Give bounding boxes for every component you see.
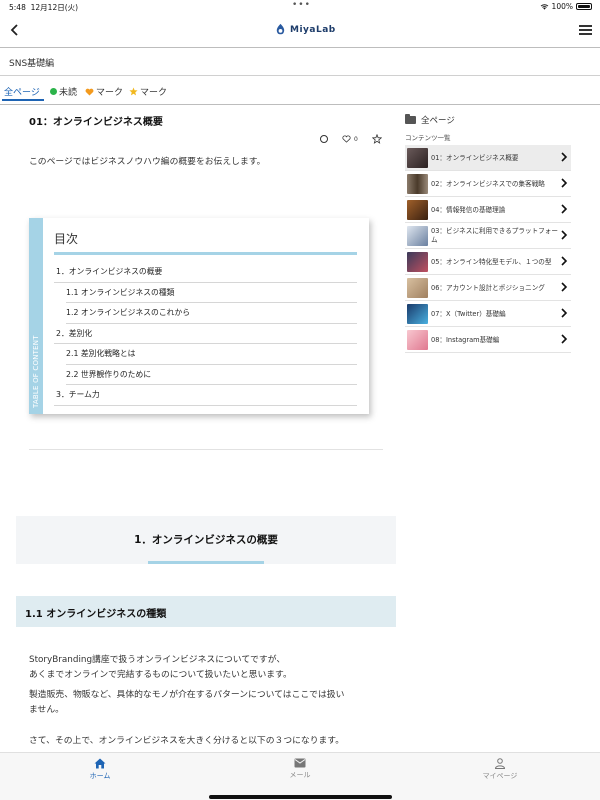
category-label: SNS基礎編 xyxy=(9,59,55,69)
logo-mark-icon xyxy=(276,23,285,35)
content-thumbnail xyxy=(407,148,428,168)
content-thumbnail xyxy=(407,226,428,246)
wifi-icon xyxy=(540,4,548,10)
app-logo: MiyaLab xyxy=(274,23,336,36)
category-bar: SNS基礎編 xyxy=(0,48,600,76)
status-bar: 5:48 12月12日(火) ••• 100% xyxy=(0,0,600,14)
content-thumbnail xyxy=(407,330,428,350)
toc-title: 目次 xyxy=(54,232,79,246)
read-status-icon[interactable] xyxy=(320,135,328,143)
chevron-right-icon xyxy=(561,204,568,214)
filter-heart-mark[interactable]: マーク xyxy=(85,85,123,98)
content-item[interactable]: 08：Instagram基礎編 xyxy=(405,327,571,353)
chevron-right-icon xyxy=(561,230,568,240)
unread-dot-icon xyxy=(50,88,57,95)
paragraph: さて、その上で、オンラインビジネスを大きく分けると以下の３つになります。 xyxy=(29,736,345,746)
filter-unread[interactable]: 未読 xyxy=(50,85,77,98)
like-count: 0 xyxy=(354,135,358,143)
mail-icon xyxy=(294,758,306,768)
section-heading-underline xyxy=(148,561,264,564)
app-header: MiyaLab xyxy=(0,14,600,48)
content-item[interactable]: 06：アカウント設計とポジショニング xyxy=(405,275,571,301)
nav-mail[interactable]: メール xyxy=(260,758,340,780)
content-item[interactable]: 02：オンラインビジネスでの集客戦略 xyxy=(405,171,571,197)
like-button[interactable]: 0 xyxy=(342,135,358,143)
content-item[interactable]: 04：情報発信の基礎理論 xyxy=(405,197,571,223)
paragraph: 製造販売、物販など、具体的なモノが介在するパターンについてはここでは扱い ません… xyxy=(29,690,345,715)
home-icon xyxy=(94,758,106,769)
star-outline-icon[interactable] xyxy=(371,134,382,144)
filter-all-pages[interactable]: 全ページ xyxy=(4,85,40,98)
content-thumbnail xyxy=(407,304,428,324)
content-item[interactable]: 05：オンライン特化型モデル、１つの型 xyxy=(405,249,571,275)
toc-title-underline xyxy=(54,252,357,255)
chevron-right-icon xyxy=(561,178,568,188)
chevron-right-icon xyxy=(561,256,568,266)
heart-outline-icon xyxy=(342,135,351,143)
star-icon xyxy=(129,87,138,96)
content-item[interactable]: 07：X（Twitter）基礎編 xyxy=(405,301,571,327)
article-intro: このページではビジネスノウハウ編の概要をお伝えします。 xyxy=(29,157,266,167)
content-list: 01：オンラインビジネス概要 02：オンラインビジネスでの集客戦略 04：情報発… xyxy=(405,145,571,353)
content-item[interactable]: 01：オンラインビジネス概要 xyxy=(405,145,571,171)
hamburger-menu-icon[interactable] xyxy=(579,25,592,35)
main-content: 01：オンラインビジネス概要 0 このページではビジネスノウハウ編の概要をお伝え… xyxy=(0,106,600,752)
logo-text: MiyaLab xyxy=(290,24,336,35)
section-heading-1: 1．オンラインビジネスの概要 xyxy=(16,516,396,564)
chevron-right-icon xyxy=(561,308,568,318)
article-actions: 0 xyxy=(320,134,382,144)
article-title: 01：オンラインビジネス概要 xyxy=(29,117,163,128)
chevron-right-icon xyxy=(561,152,568,162)
active-filter-underline xyxy=(2,99,44,101)
battery-percent: 100% xyxy=(551,2,573,11)
chevron-right-icon xyxy=(561,334,568,344)
section-heading-1-1: 1.1 オンラインビジネスの種類 xyxy=(16,596,396,627)
toc-link[interactable]: 3．チーム力 xyxy=(54,385,357,406)
back-chevron-icon[interactable] xyxy=(8,22,22,38)
filter-star-mark[interactable]: マーク xyxy=(129,85,167,98)
content-thumbnail xyxy=(407,174,428,194)
heart-icon xyxy=(85,88,94,96)
toc-side-label: TABLE OF CONTENT xyxy=(29,218,43,414)
nav-mypage[interactable]: マイページ xyxy=(460,758,540,781)
home-indicator[interactable] xyxy=(209,795,392,799)
person-icon xyxy=(494,758,506,769)
chevron-right-icon xyxy=(561,282,568,292)
section-divider xyxy=(29,449,383,450)
sidebar-title[interactable]: 全ページ xyxy=(405,114,455,126)
filter-bar: 全ページ 未読 マーク マーク xyxy=(0,77,600,105)
toc-link[interactable]: 2.1 差別化戦略とは xyxy=(66,344,357,365)
toc-link[interactable]: 1.2 オンラインビジネスのこれから xyxy=(66,303,357,324)
toc-link[interactable]: 2.2 世界観作りのために xyxy=(66,365,357,385)
content-thumbnail xyxy=(407,252,428,272)
content-thumbnail xyxy=(407,200,428,220)
battery-icon xyxy=(576,3,592,10)
content-item[interactable]: 03：ビジネスに利用できるプラットフォーム xyxy=(405,223,571,249)
table-of-contents: TABLE OF CONTENT 目次 1．オンラインビジネスの概要 1.1 オ… xyxy=(29,218,369,414)
toc-link[interactable]: 1.1 オンラインビジネスの種類 xyxy=(66,283,357,303)
toc-list: 1．オンラインビジネスの概要 1.1 オンラインビジネスの種類 1.2 オンライ… xyxy=(54,262,357,406)
content-thumbnail xyxy=(407,278,428,298)
bottom-navigation: ホーム メール マイページ xyxy=(0,752,600,800)
nav-home[interactable]: ホーム xyxy=(60,758,140,781)
toc-link[interactable]: 2．差別化 xyxy=(54,324,357,344)
multitask-dots[interactable]: ••• xyxy=(292,0,311,10)
status-time: 5:48 12月12日(火) xyxy=(9,3,79,12)
sidebar-subtitle: コンテンツ一覧 xyxy=(405,134,451,142)
status-right: 100% xyxy=(540,2,592,11)
toc-link[interactable]: 1．オンラインビジネスの概要 xyxy=(54,262,357,283)
folder-icon xyxy=(405,114,416,124)
paragraph: StoryBranding講座で扱うオンラインビジネスについてですが、 あくまで… xyxy=(29,655,292,680)
